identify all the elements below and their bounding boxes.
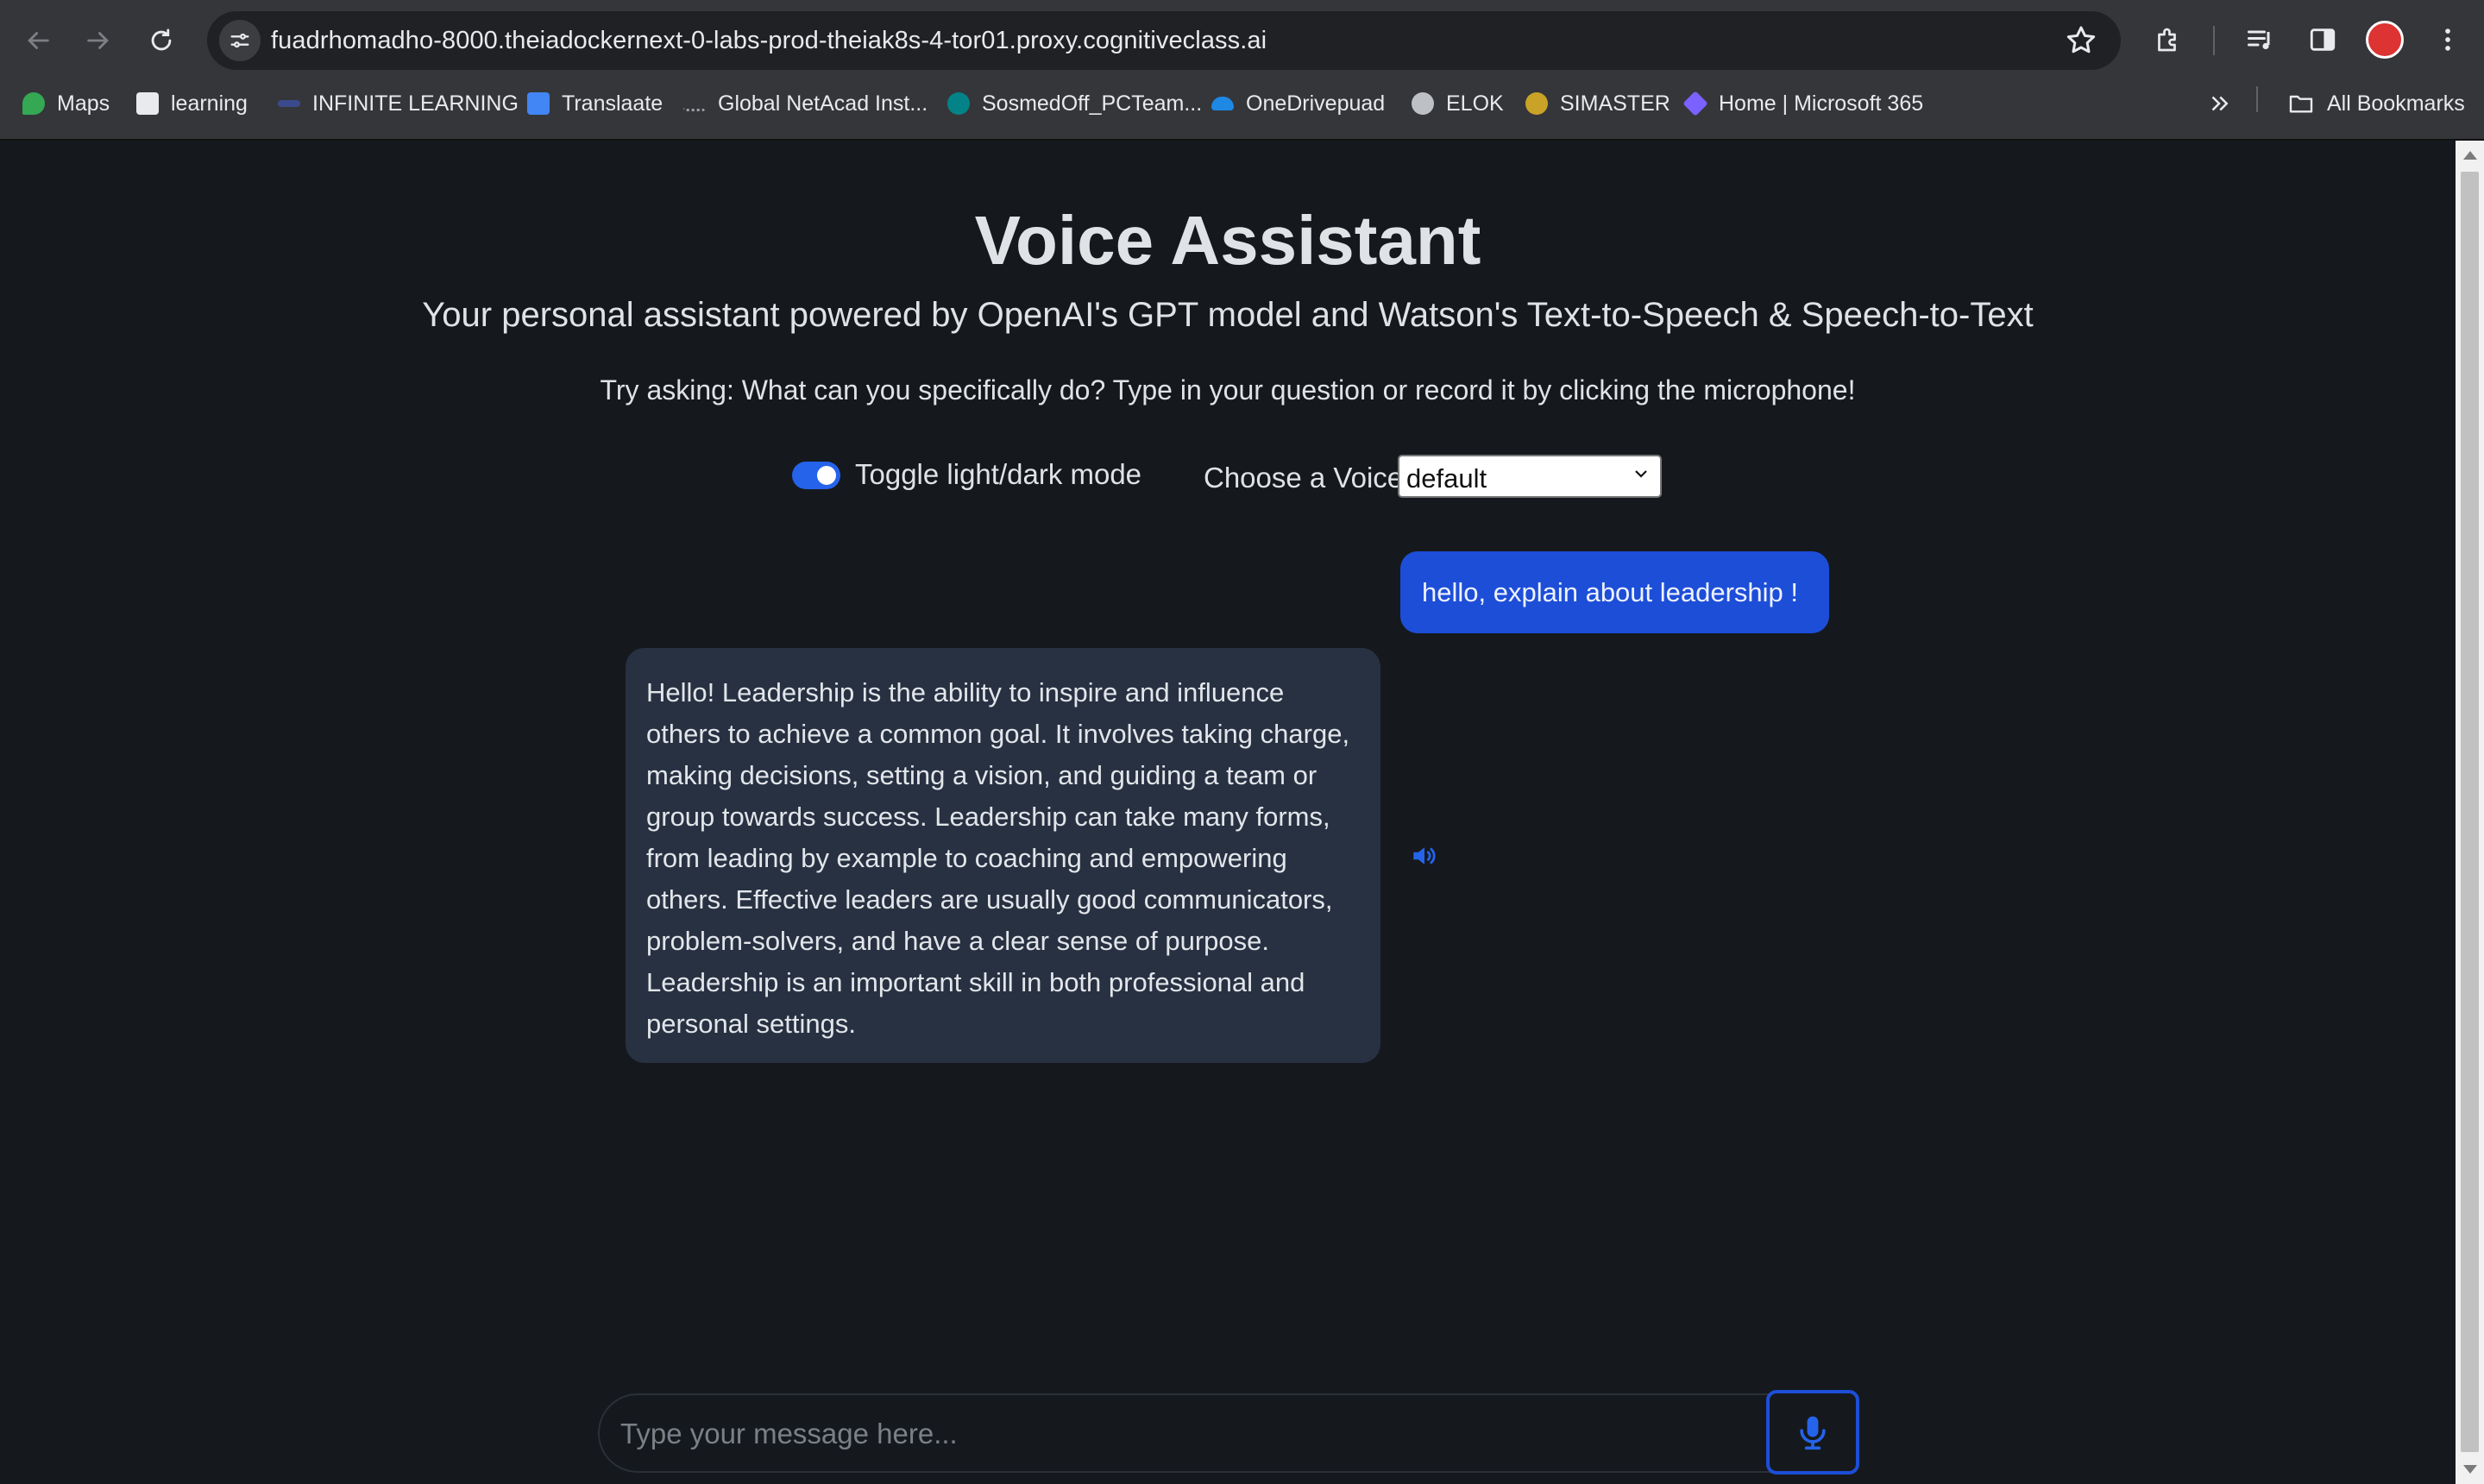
page-title: Voice Assistant xyxy=(974,202,1481,279)
toggle-knob xyxy=(817,466,836,485)
voice-select-label: Choose a Voice xyxy=(1204,462,1404,494)
sharepoint-icon xyxy=(947,92,970,115)
bookmark-elok[interactable]: ELOK xyxy=(1412,88,1504,119)
cisco-icon xyxy=(683,97,706,111)
arrow-right-icon xyxy=(87,32,109,49)
bookmark-onedrive[interactable]: OneDrivepuad xyxy=(1211,88,1385,119)
assistant-message-bubble: Hello! Leadership is the ability to insp… xyxy=(626,648,1380,1063)
microsoft365-icon xyxy=(1682,91,1708,116)
learning-favicon xyxy=(136,92,159,115)
folder-icon xyxy=(2289,95,2313,113)
message-input[interactable] xyxy=(619,1411,1744,1457)
bookmark-label: SosmedOff_PCTeam... xyxy=(982,91,1203,116)
bookmarks-separator xyxy=(2256,86,2258,112)
bookmark-label: Global NetAcad Inst... xyxy=(718,91,928,116)
elok-globe-icon xyxy=(1412,92,1434,115)
browser-chrome: fuadrhomadho-8000.theiadockernext-0-labs… xyxy=(0,0,2484,141)
bookmark-infinite-learning[interactable]: INFINITE LEARNING xyxy=(278,88,519,119)
bookmark-maps[interactable]: Maps xyxy=(22,88,110,119)
reload-icon xyxy=(151,28,172,51)
queue-music-icon xyxy=(2248,30,2270,50)
bookmark-label: learning xyxy=(171,91,248,116)
bookmark-label: Home | Microsoft 365 xyxy=(1719,91,1924,116)
forward-button[interactable] xyxy=(77,19,120,62)
site-info-button[interactable] xyxy=(219,20,261,61)
voice-select-value: default xyxy=(1406,463,1487,494)
back-button[interactable] xyxy=(16,19,60,62)
toolbar-separator xyxy=(2213,26,2215,55)
profile-avatar[interactable] xyxy=(2366,21,2404,59)
scroll-up-arrow-icon[interactable] xyxy=(2463,151,2477,160)
infinite-learning-favicon xyxy=(278,100,300,107)
all-bookmarks-label: All Bookmarks xyxy=(2327,91,2465,116)
simaster-seal-icon xyxy=(1525,92,1548,115)
bookmark-label: OneDrivepuad xyxy=(1246,91,1386,116)
media-controls-button[interactable] xyxy=(2242,21,2280,59)
tune-icon xyxy=(230,33,249,48)
bookmark-translate[interactable]: Translaate xyxy=(527,88,663,119)
extensions-button[interactable] xyxy=(2149,21,2187,59)
bookmark-label: ELOK xyxy=(1446,91,1504,116)
bookmark-star-icon[interactable] xyxy=(2064,23,2098,58)
reload-button[interactable] xyxy=(140,19,183,62)
all-bookmarks-button[interactable]: All Bookmarks xyxy=(2287,88,2465,119)
bookmark-learning[interactable]: learning xyxy=(136,88,248,119)
bookmark-microsoft365[interactable]: Home | Microsoft 365 xyxy=(1682,88,1924,119)
theme-toggle-switch[interactable] xyxy=(792,462,840,489)
page-subtitle: Your personal assistant powered by OpenA… xyxy=(422,296,2034,334)
puzzle-icon xyxy=(2158,28,2176,52)
browser-menu-button[interactable] xyxy=(2429,21,2467,59)
more-vertical-icon xyxy=(2445,28,2450,51)
address-bar[interactable]: fuadrhomadho-8000.theiadockernext-0-labs… xyxy=(207,11,2121,70)
usage-hint: Try asking: What can you specifically do… xyxy=(600,374,1856,406)
chevron-down-icon xyxy=(1635,470,1647,478)
onedrive-icon xyxy=(1211,97,1234,110)
maps-pin-icon xyxy=(22,92,45,115)
theme-toggle-label: Toggle light/dark mode xyxy=(855,458,1142,490)
bookmark-simaster[interactable]: SIMASTER xyxy=(1525,88,1670,119)
page-scrollbar[interactable] xyxy=(2456,141,2484,1484)
user-message-bubble: hello, explain about leadership ! xyxy=(1400,551,1829,633)
microphone-icon xyxy=(1800,1416,1826,1450)
browser-toolbar: fuadrhomadho-8000.theiadockernext-0-labs… xyxy=(0,0,2484,79)
message-composer xyxy=(598,1393,1858,1473)
side-panel-button[interactable] xyxy=(2304,21,2342,59)
url-text[interactable]: fuadrhomadho-8000.theiadockernext-0-labs… xyxy=(271,27,1267,55)
record-button[interactable] xyxy=(1766,1390,1859,1475)
speaker-icon[interactable] xyxy=(1410,841,1439,871)
bookmark-sosmedoff[interactable]: SosmedOff_PCTeam... xyxy=(947,88,1202,119)
scroll-down-arrow-icon[interactable] xyxy=(2463,1465,2477,1474)
bookmark-label: SIMASTER xyxy=(1560,91,1670,116)
bookmark-label: Translaate xyxy=(562,91,663,116)
side-panel-icon xyxy=(2310,28,2336,51)
bookmark-netacad[interactable]: Global NetAcad Inst... xyxy=(683,88,928,119)
voice-assistant-page: Voice Assistant Your personal assistant … xyxy=(0,141,2456,1484)
bookmark-label: INFINITE LEARNING xyxy=(312,91,519,116)
bookmark-label: Maps xyxy=(57,91,110,116)
bookmarks-bar: Maps learning INFINITE LEARNING Translaa… xyxy=(0,79,2484,128)
google-translate-icon xyxy=(527,92,550,115)
arrow-left-icon xyxy=(28,32,49,49)
bookmarks-overflow-button[interactable] xyxy=(2206,88,2232,119)
voice-select[interactable]: default xyxy=(1398,455,1662,498)
scroll-thumb[interactable] xyxy=(2461,172,2479,1452)
chevron-double-right-icon xyxy=(2211,96,2229,111)
